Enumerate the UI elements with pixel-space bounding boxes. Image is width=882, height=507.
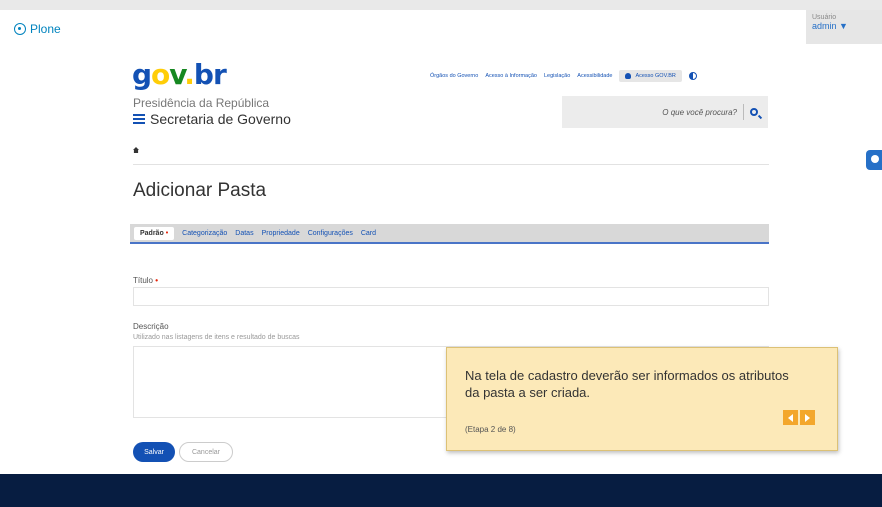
tab-padrao[interactable]: Padrão •	[134, 226, 175, 240]
tab-categorizacao[interactable]: Categorização	[182, 230, 227, 237]
secretaria-label: Secretaria de Governo	[150, 111, 291, 127]
tab-card[interactable]: Card	[361, 230, 376, 237]
user-caption: Usuário	[812, 14, 837, 21]
chevron-right-icon	[805, 413, 810, 422]
descricao-label: Descrição	[133, 322, 169, 331]
link-acessibilidade[interactable]: Acessibilidade	[577, 73, 612, 79]
next-step-button[interactable]	[800, 410, 815, 425]
tooltip-step: (Etapa 2 de 8)	[465, 425, 516, 434]
tutorial-tooltip: Na tela de cadastro deverão ser informad…	[446, 347, 838, 451]
save-button[interactable]: Salvar	[133, 442, 175, 462]
logo-o: o	[151, 58, 170, 91]
govbr-logo[interactable]: gov.br	[132, 58, 227, 91]
form-tabs: Padrão • Categorização Datas Propriedade…	[130, 224, 769, 244]
user-icon	[625, 73, 632, 79]
search-divider	[743, 104, 744, 120]
contrast-icon[interactable]	[688, 72, 697, 80]
side-handle-icon[interactable]	[866, 150, 882, 170]
chevron-left-icon	[788, 413, 793, 422]
login-button[interactable]: Acesso GOV.BR	[619, 70, 682, 82]
top-strip	[0, 0, 882, 10]
plone-logo[interactable]: Plone	[14, 22, 61, 36]
top-links: Órgãos do Governo Acesso à Informação Le…	[430, 70, 697, 82]
site-subtitle: Presidência da República	[133, 96, 270, 110]
cancel-button[interactable]: Cancelar	[179, 442, 233, 462]
plone-icon	[14, 23, 26, 35]
tab-padrao-label: Padrão	[140, 229, 164, 237]
titulo-label: Título •	[133, 276, 158, 285]
home-icon[interactable]	[133, 147, 139, 153]
user-name[interactable]: admin ▼	[812, 21, 882, 31]
menu-icon	[133, 114, 145, 124]
logo-br: br	[193, 58, 227, 91]
user-menu[interactable]: Usuário admin ▼	[806, 10, 882, 44]
logo-dot: .	[184, 58, 195, 91]
login-label: Acesso GOV.BR	[635, 73, 676, 79]
tooltip-message: Na tela de cadastro deverão ser informad…	[465, 368, 789, 400]
titulo-input[interactable]	[133, 287, 769, 306]
tab-datas[interactable]: Datas	[235, 230, 253, 237]
tab-configuracoes[interactable]: Configurações	[308, 230, 353, 237]
required-mark: •	[165, 229, 169, 237]
link-legislacao[interactable]: Legislação	[544, 73, 570, 79]
page-title: Adicionar Pasta	[133, 180, 267, 201]
search-input[interactable]: O que você procura?	[662, 108, 737, 117]
plone-label: Plone	[30, 22, 61, 36]
logo-g: g	[132, 58, 152, 91]
footer	[0, 474, 882, 507]
required-mark: •	[155, 276, 159, 285]
previous-step-button[interactable]	[783, 410, 798, 425]
search-bar[interactable]: O que você procura?	[562, 96, 768, 128]
tab-propriedade[interactable]: Propriedade	[262, 230, 300, 237]
link-acesso-informacao[interactable]: Acesso à Informação	[485, 73, 537, 79]
breadcrumb-divider	[133, 164, 769, 165]
search-icon[interactable]	[750, 108, 758, 116]
site-menu-toggle[interactable]: Secretaria de Governo	[133, 111, 291, 127]
logo-v: v	[169, 58, 185, 91]
link-orgaos[interactable]: Órgãos do Governo	[430, 73, 478, 79]
titulo-label-text: Título	[133, 276, 154, 285]
descricao-help: Utilizado nas listagens de itens e resul…	[133, 334, 300, 341]
